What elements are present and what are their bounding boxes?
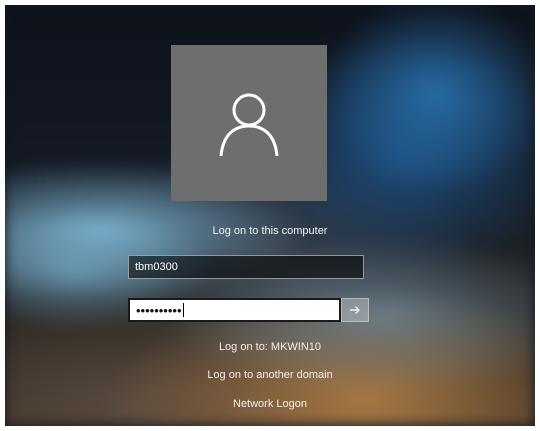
arrow-right-icon [350, 306, 360, 314]
another-domain-link[interactable]: Log on to another domain [5, 369, 535, 381]
password-field[interactable]: •••••••••• [128, 298, 341, 322]
user-avatar-tile [171, 45, 327, 201]
password-row: •••••••••• [128, 298, 369, 322]
login-screen: Log on to this computer tbm0300 ••••••••… [5, 5, 535, 426]
password-mask: •••••••••• [136, 302, 182, 318]
network-logon-link[interactable]: Network Logon [5, 398, 535, 410]
text-caret [182, 303, 184, 317]
user-icon [219, 93, 279, 157]
login-title: Log on to this computer [212, 225, 328, 237]
submit-button[interactable] [341, 298, 369, 322]
logon-to-domain-label: Log on to: MKWIN10 [218, 341, 322, 353]
username-field[interactable]: tbm0300 [128, 255, 364, 279]
